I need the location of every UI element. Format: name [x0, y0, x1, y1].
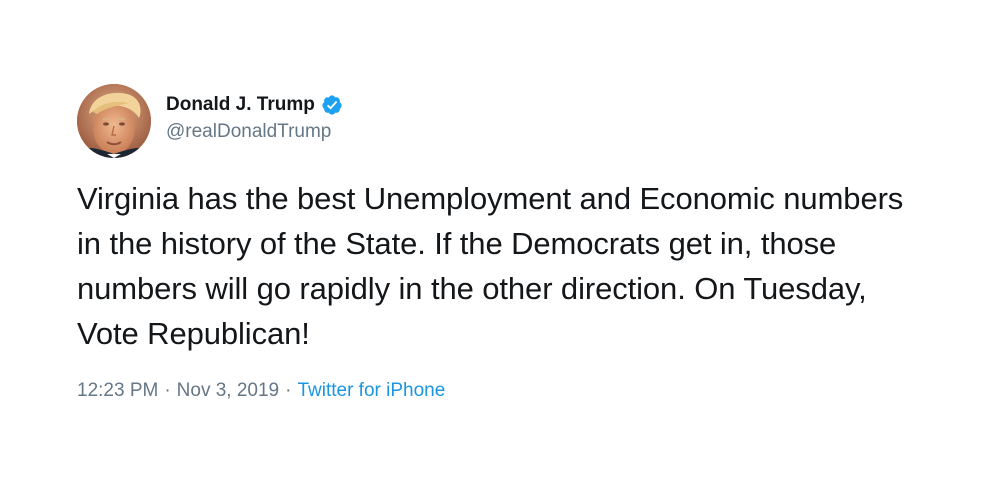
- separator: ·: [164, 380, 171, 401]
- tweet-text: Virginia has the best Unemployment and E…: [77, 181, 904, 351]
- display-name[interactable]: Donald J. Trump: [166, 93, 315, 117]
- handle[interactable]: @realDonaldTrump: [166, 119, 343, 145]
- tweet-header: Donald J. Trump @realDonaldTrump: [77, 84, 957, 158]
- tweet-date[interactable]: Nov 3, 2019: [177, 378, 279, 404]
- name-row: Donald J. Trump: [166, 93, 343, 117]
- tweet-metadata: 12:23 PM · Nov 3, 2019 · Twitter for iPh…: [77, 378, 957, 404]
- verified-badge-icon: [321, 94, 343, 116]
- tweet-time[interactable]: 12:23 PM: [77, 378, 158, 404]
- source-link[interactable]: Twitter for iPhone: [297, 378, 445, 404]
- profile-photo-icon: [77, 84, 151, 158]
- separator: ·: [285, 380, 292, 401]
- avatar[interactable]: [77, 84, 151, 158]
- tweet-card: Donald J. Trump @realDonaldTrump Virgini…: [77, 84, 957, 404]
- author-names: Donald J. Trump @realDonaldTrump: [166, 93, 343, 145]
